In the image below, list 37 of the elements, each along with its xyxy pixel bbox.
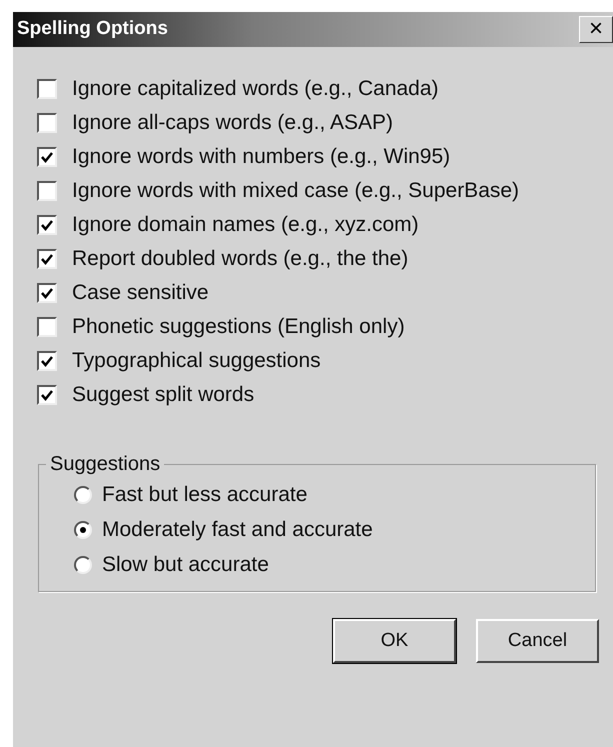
checkbox[interactable]: [37, 249, 57, 269]
checkbox[interactable]: [37, 351, 57, 371]
radio-button[interactable]: [74, 521, 92, 539]
checkmark-icon: [41, 254, 53, 264]
option-label: Suggest split words: [72, 382, 254, 408]
checkmark-icon: [41, 288, 53, 298]
dialog-button[interactable]: Cancel: [476, 619, 599, 663]
checkbox[interactable]: [37, 181, 57, 201]
window-title: Spelling Options: [17, 17, 168, 42]
option-label: Ignore domain names (e.g., xyz.com): [72, 212, 419, 238]
checkmark-icon: [41, 152, 53, 162]
checkbox[interactable]: [37, 283, 57, 303]
dialog-button[interactable]: OK: [333, 619, 456, 663]
option-label: Report doubled words (e.g., the the): [72, 246, 408, 272]
checkmark-icon: [41, 220, 53, 230]
group-title: Suggestions: [49, 452, 162, 477]
checkbox[interactable]: [37, 147, 57, 167]
option-label: Phonetic suggestions (English only): [72, 314, 405, 340]
radio-label: Slow but accurate: [102, 552, 269, 578]
option-label: Typographical suggestions: [72, 348, 321, 374]
checkmark-icon: [41, 356, 53, 366]
checkmark-icon: [41, 390, 53, 400]
radio-button[interactable]: [74, 486, 92, 504]
checkbox[interactable]: [37, 385, 57, 405]
option-label: Case sensitive: [72, 280, 209, 306]
checkbox[interactable]: [37, 113, 57, 133]
option-label: Ignore all-caps words (e.g., ASAP): [72, 110, 393, 136]
radio-label: Moderately fast and accurate: [102, 517, 373, 544]
checkbox[interactable]: [37, 79, 57, 99]
close-button[interactable]: ×: [579, 16, 613, 43]
radio-button[interactable]: [74, 556, 92, 574]
radio-label: Fast but less accurate: [102, 482, 308, 508]
option-label: Ignore capitalized words (e.g., Canada): [72, 76, 439, 102]
option-label: Ignore words with mixed case (e.g., SuperBase): [72, 178, 520, 204]
option-label: Ignore words with numbers (e.g., Win95): [72, 144, 450, 170]
checkbox[interactable]: [37, 215, 57, 235]
checkbox[interactable]: [37, 317, 57, 337]
